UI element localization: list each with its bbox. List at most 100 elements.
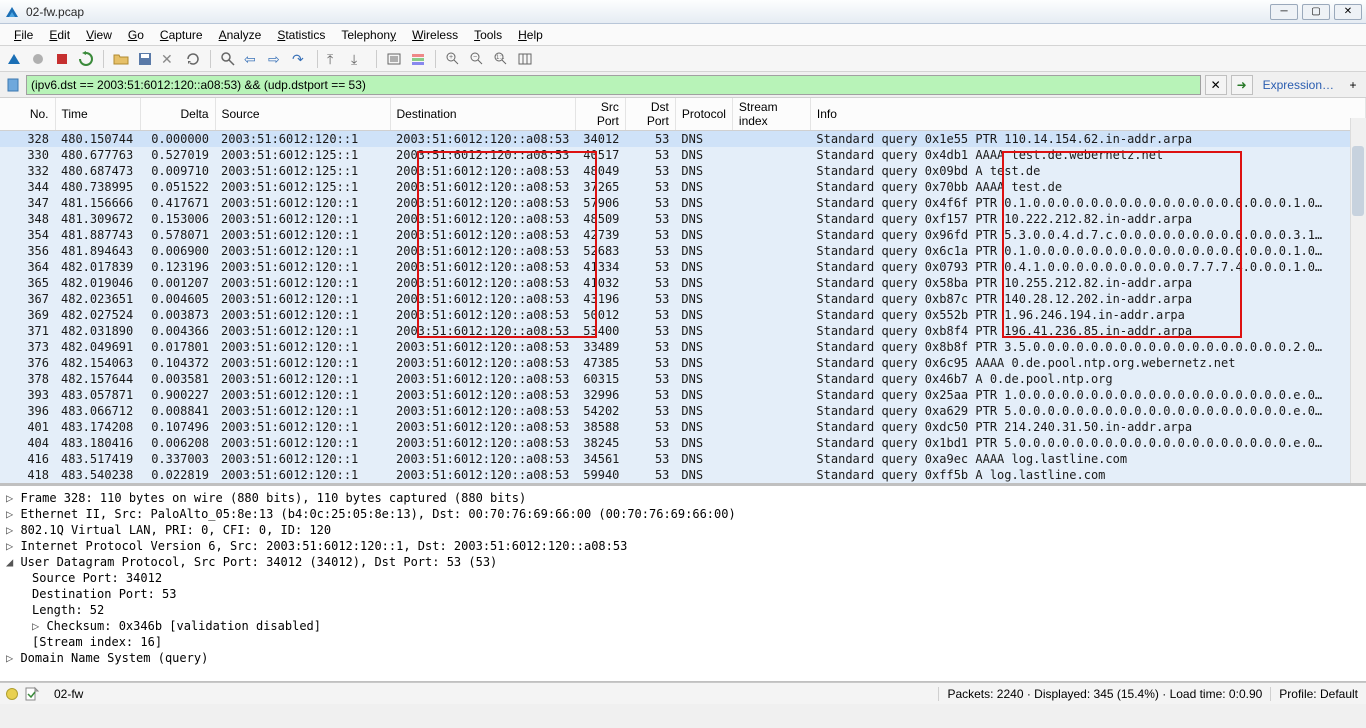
table-row[interactable]: 347481.1566660.4176712003:51:6012:120::1…: [0, 195, 1366, 211]
toolbar-zoom-in-icon[interactable]: +: [443, 49, 463, 69]
apply-filter-button[interactable]: ➜: [1231, 75, 1253, 95]
toolbar-last-icon[interactable]: ⤓: [349, 49, 369, 69]
detail-line[interactable]: Internet Protocol Version 6, Src: 2003:5…: [6, 538, 1360, 554]
packet-details-pane[interactable]: Frame 328: 110 bytes on wire (880 bits),…: [0, 486, 1366, 682]
menu-analyze[interactable]: Analyze: [211, 26, 270, 44]
toolbar-resize-columns-icon[interactable]: [515, 49, 535, 69]
toolbar-zoom-reset-icon[interactable]: 1:1: [491, 49, 511, 69]
close-button[interactable]: ✕: [1334, 4, 1362, 20]
menu-help[interactable]: Help: [510, 26, 551, 44]
toolbar-colorize-icon[interactable]: [408, 49, 428, 69]
col-delta[interactable]: Delta: [140, 98, 215, 131]
table-row[interactable]: 328480.1507440.0000002003:51:6012:120::1…: [0, 131, 1366, 148]
cell-dp: 53: [625, 179, 675, 195]
table-row[interactable]: 378482.1576440.0035812003:51:6012:120::1…: [0, 371, 1366, 387]
menu-capture[interactable]: Capture: [152, 26, 211, 44]
detail-line[interactable]: Destination Port: 53: [6, 586, 1360, 602]
capture-file-properties-icon[interactable]: [24, 686, 40, 702]
table-row[interactable]: 393483.0578710.9002272003:51:6012:120::1…: [0, 387, 1366, 403]
table-row[interactable]: 344480.7389950.0515222003:51:6012:125::1…: [0, 179, 1366, 195]
table-row[interactable]: 330480.6777630.5270192003:51:6012:125::1…: [0, 147, 1366, 163]
cell-proto: DNS: [675, 179, 732, 195]
table-row[interactable]: 356481.8946430.0069002003:51:6012:120::1…: [0, 243, 1366, 259]
col-streamindex[interactable]: Stream index: [732, 98, 810, 131]
table-row[interactable]: 396483.0667120.0088412003:51:6012:120::1…: [0, 403, 1366, 419]
packet-header-row[interactable]: No. Time Delta Source Destination Src Po…: [0, 98, 1366, 131]
menu-tools[interactable]: Tools: [466, 26, 510, 44]
cell-info: Standard query 0x4db1 AAAA test.de.weber…: [810, 147, 1365, 163]
detail-line[interactable]: Domain Name System (query): [6, 650, 1360, 666]
menu-file[interactable]: File: [6, 26, 41, 44]
packet-scrollbar[interactable]: [1350, 118, 1366, 483]
detail-line[interactable]: [Stream index: 16]: [6, 634, 1360, 650]
toolbar-autoscroll-icon[interactable]: [384, 49, 404, 69]
table-row[interactable]: 332480.6874730.0097102003:51:6012:125::1…: [0, 163, 1366, 179]
menu-edit[interactable]: Edit: [41, 26, 78, 44]
table-row[interactable]: 369482.0275240.0038732003:51:6012:120::1…: [0, 307, 1366, 323]
detail-line[interactable]: Length: 52: [6, 602, 1360, 618]
toolbar-start-capture-icon[interactable]: [4, 49, 24, 69]
col-destination[interactable]: Destination: [390, 98, 575, 131]
toolbar-stop-capture-icon[interactable]: [52, 49, 72, 69]
cell-info: Standard query 0xa629 PTR 5.0.0.0.0.0.0.…: [810, 403, 1365, 419]
table-row[interactable]: 373482.0496910.0178012003:51:6012:120::1…: [0, 339, 1366, 355]
col-dstport[interactable]: Dst Port: [625, 98, 675, 131]
table-row[interactable]: 367482.0236510.0046052003:51:6012:120::1…: [0, 291, 1366, 307]
menu-telephony[interactable]: Telephony: [333, 26, 404, 44]
status-profile[interactable]: Profile: Default: [1271, 687, 1366, 701]
expression-button[interactable]: Expression…: [1257, 78, 1340, 92]
detail-line[interactable]: Ethernet II, Src: PaloAlto_05:8e:13 (b4:…: [6, 506, 1360, 522]
cell-time: 482.027524: [55, 307, 140, 323]
detail-line[interactable]: Source Port: 34012: [6, 570, 1360, 586]
col-time[interactable]: Time: [55, 98, 140, 131]
toolbar-reload-icon[interactable]: [183, 49, 203, 69]
table-row[interactable]: 354481.8877430.5780712003:51:6012:120::1…: [0, 227, 1366, 243]
toolbar-capture-options-icon[interactable]: [28, 49, 48, 69]
detail-line[interactable]: 802.1Q Virtual LAN, PRI: 0, CFI: 0, ID: …: [6, 522, 1360, 538]
table-row[interactable]: 418483.5402380.0228192003:51:6012:120::1…: [0, 467, 1366, 483]
add-filter-button[interactable]: +: [1344, 78, 1362, 92]
toolbar-first-icon[interactable]: ⤒: [325, 49, 345, 69]
toolbar-restart-capture-icon[interactable]: [76, 49, 96, 69]
menu-statistics[interactable]: Statistics: [269, 26, 333, 44]
detail-line[interactable]: Frame 328: 110 bytes on wire (880 bits),…: [6, 490, 1360, 506]
table-row[interactable]: 364482.0178390.1231962003:51:6012:120::1…: [0, 259, 1366, 275]
table-row[interactable]: 401483.1742080.1074962003:51:6012:120::1…: [0, 419, 1366, 435]
bookmark-filter-icon[interactable]: [4, 76, 22, 94]
toolbar-goto-icon[interactable]: ↷: [290, 49, 310, 69]
toolbar-save-icon[interactable]: [135, 49, 155, 69]
toolbar-zoom-out-icon[interactable]: −: [467, 49, 487, 69]
table-row[interactable]: 416483.5174190.3370032003:51:6012:120::1…: [0, 451, 1366, 467]
display-filter-input[interactable]: [26, 75, 1201, 95]
col-source[interactable]: Source: [215, 98, 390, 131]
table-row[interactable]: 371482.0318900.0043662003:51:6012:120::1…: [0, 323, 1366, 339]
table-row[interactable]: 404483.1804160.0062082003:51:6012:120::1…: [0, 435, 1366, 451]
cell-delta: 0.051522: [140, 179, 215, 195]
col-info[interactable]: Info: [810, 98, 1365, 131]
menu-view[interactable]: View: [78, 26, 120, 44]
col-no[interactable]: No.: [0, 98, 55, 131]
cell-dst: 2003:51:6012:120::a08:53: [390, 163, 575, 179]
toolbar-next-icon[interactable]: ⇨: [266, 49, 286, 69]
table-row[interactable]: 348481.3096720.1530062003:51:6012:120::1…: [0, 211, 1366, 227]
menu-go[interactable]: Go: [120, 26, 152, 44]
toolbar-close-icon[interactable]: ✕: [159, 49, 179, 69]
packet-table[interactable]: No. Time Delta Source Destination Src Po…: [0, 98, 1366, 483]
toolbar-find-icon[interactable]: [218, 49, 238, 69]
cell-dp: 53: [625, 419, 675, 435]
toolbar-open-icon[interactable]: [111, 49, 131, 69]
table-row[interactable]: 365482.0190460.0012072003:51:6012:120::1…: [0, 275, 1366, 291]
table-row[interactable]: 376482.1540630.1043722003:51:6012:120::1…: [0, 355, 1366, 371]
detail-line[interactable]: Checksum: 0x346b [validation disabled]: [6, 618, 1360, 634]
menu-wireless[interactable]: Wireless: [404, 26, 466, 44]
expert-info-led-icon[interactable]: [6, 688, 18, 700]
clear-filter-button[interactable]: ✕: [1205, 75, 1227, 95]
minimize-button[interactable]: ─: [1270, 4, 1298, 20]
cell-dp: 53: [625, 211, 675, 227]
col-srcport[interactable]: Src Port: [575, 98, 625, 131]
maximize-button[interactable]: ▢: [1302, 4, 1330, 20]
cell-dp: 53: [625, 467, 675, 483]
col-protocol[interactable]: Protocol: [675, 98, 732, 131]
detail-line[interactable]: User Datagram Protocol, Src Port: 34012 …: [6, 554, 1360, 570]
toolbar-prev-icon[interactable]: ⇦: [242, 49, 262, 69]
